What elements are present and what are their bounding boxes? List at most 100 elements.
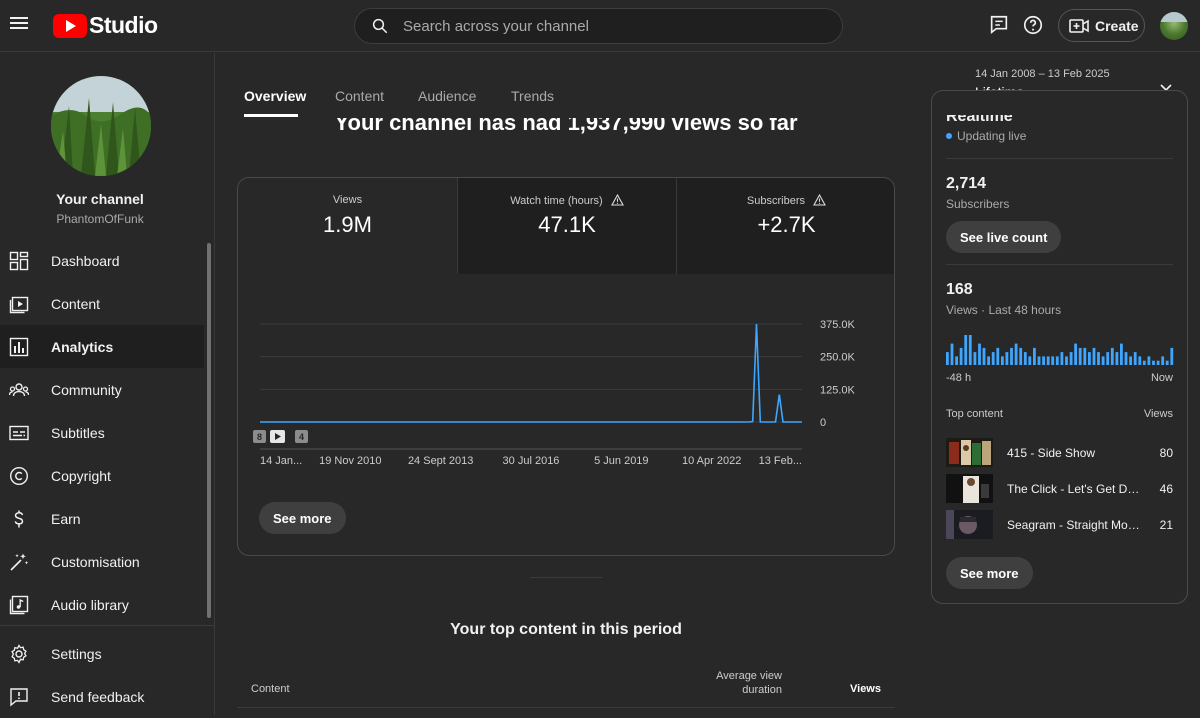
realtime-bar[interactable] <box>1065 356 1068 365</box>
realtime-bar[interactable] <box>1060 352 1064 365</box>
list-item[interactable]: The Click - Let's Get Dru... 46 <box>946 474 1173 504</box>
tab-overview[interactable]: Overview <box>244 88 306 104</box>
video-title[interactable]: 415 - Side Show <box>1007 446 1140 460</box>
realtime-bar[interactable] <box>1069 352 1073 365</box>
realtime-bar[interactable] <box>946 352 949 365</box>
realtime-bar[interactable] <box>1152 360 1155 365</box>
realtime-divider <box>946 264 1173 265</box>
see-more-button[interactable]: See more <box>946 557 1033 589</box>
realtime-bar[interactable] <box>1019 347 1023 365</box>
realtime-bar[interactable] <box>1001 356 1004 365</box>
realtime-bar[interactable] <box>1165 360 1169 365</box>
video-title[interactable]: Seagram - Straight Mob... <box>1007 518 1140 532</box>
realtime-bar[interactable] <box>1097 352 1100 365</box>
feedback-dialog-icon[interactable] <box>988 14 1010 36</box>
realtime-bar[interactable] <box>1088 352 1091 365</box>
sidebar-item-dashboard[interactable]: Dashboard <box>0 239 204 282</box>
list-item[interactable]: 415 - Side Show 80 <box>946 438 1173 468</box>
chart-event-markers[interactable]: 8 4 <box>253 430 308 443</box>
realtime-bar[interactable] <box>1083 347 1087 365</box>
help-icon[interactable] <box>1022 14 1044 36</box>
menu-icon[interactable] <box>10 14 30 34</box>
channel-title[interactable]: Your channel <box>0 191 200 207</box>
realtime-bar[interactable] <box>982 347 986 365</box>
realtime-bar[interactable] <box>973 352 977 365</box>
realtime-bar[interactable] <box>1046 356 1050 365</box>
date-range[interactable]: 14 Jan 2008 – 13 Feb 2025 <box>975 68 1110 80</box>
top-content-views-label: Views <box>1143 408 1173 420</box>
realtime-bar[interactable] <box>1142 360 1146 365</box>
realtime-bar[interactable] <box>1133 352 1137 365</box>
realtime-bar[interactable] <box>987 356 990 365</box>
realtime-bar[interactable] <box>1106 352 1110 365</box>
realtime-bar[interactable] <box>1005 352 1009 365</box>
sidebar-item-earn[interactable]: Earn <box>0 497 204 540</box>
search-input[interactable] <box>403 16 823 36</box>
sidebar-item-settings[interactable]: Settings <box>0 632 204 675</box>
metric-watch-time[interactable]: Watch time (hours) 47.1K <box>457 178 676 274</box>
realtime-bar[interactable] <box>1037 356 1041 365</box>
sidebar-scrollbar[interactable] <box>207 243 211 618</box>
realtime-bar[interactable] <box>1147 356 1151 365</box>
realtime-bar[interactable] <box>1023 352 1027 365</box>
realtime-bar[interactable] <box>1042 356 1045 365</box>
realtime-bar[interactable] <box>1092 347 1096 365</box>
realtime-bar-chart[interactable] <box>946 331 1175 365</box>
tab-audience[interactable]: Audience <box>418 88 476 104</box>
warning-icon[interactable] <box>813 193 826 206</box>
column-header-views[interactable]: Views <box>830 683 881 695</box>
realtime-bar[interactable] <box>1138 356 1142 365</box>
realtime-bar[interactable] <box>964 335 968 365</box>
studio-logo[interactable]: Studio <box>53 12 158 39</box>
realtime-bar[interactable] <box>996 347 1000 365</box>
realtime-bar[interactable] <box>968 335 972 365</box>
see-live-count-button[interactable]: See live count <box>946 221 1062 253</box>
sidebar-item-content[interactable]: Content <box>0 282 204 325</box>
realtime-bar[interactable] <box>1110 347 1114 365</box>
sidebar-item-audio-library[interactable]: Audio library <box>0 583 204 626</box>
realtime-bar[interactable] <box>1120 343 1123 365</box>
realtime-divider <box>946 158 1173 159</box>
realtime-bar[interactable] <box>991 352 995 365</box>
search-box[interactable] <box>354 8 843 44</box>
realtime-bar[interactable] <box>1033 347 1036 365</box>
realtime-bar[interactable] <box>1051 356 1055 365</box>
realtime-bar[interactable] <box>978 343 981 365</box>
see-more-button[interactable]: See more <box>259 502 346 534</box>
realtime-bar[interactable] <box>1055 356 1059 365</box>
warning-icon[interactable] <box>610 193 624 206</box>
views-chart[interactable]: 375.0K 250.0K 125.0K 0 14 Jan... 19 Nov 2010… <box>238 274 895 474</box>
realtime-bar[interactable] <box>950 343 954 365</box>
realtime-bar[interactable] <box>1074 343 1077 365</box>
realtime-bar[interactable] <box>1078 347 1082 365</box>
sidebar-item-community[interactable]: Community <box>0 368 204 411</box>
realtime-bar[interactable] <box>1115 352 1119 365</box>
realtime-bar[interactable] <box>955 356 958 365</box>
metric-views[interactable]: Views 1.9M <box>238 178 457 274</box>
community-icon <box>9 383 29 397</box>
sidebar-item-subtitles[interactable]: Subtitles <box>0 411 204 454</box>
account-avatar[interactable] <box>1160 12 1188 40</box>
channel-avatar[interactable] <box>51 76 151 176</box>
realtime-bar[interactable] <box>1124 352 1128 365</box>
realtime-bar[interactable] <box>1010 347 1013 365</box>
realtime-bar[interactable] <box>959 347 963 365</box>
sidebar-item-send-feedback[interactable]: Send feedback <box>0 675 204 718</box>
create-button[interactable]: Create <box>1058 9 1145 42</box>
metric-subscribers[interactable]: Subscribers +2.7K <box>676 178 894 274</box>
sidebar-item-analytics[interactable]: Analytics <box>0 325 204 368</box>
realtime-bar[interactable] <box>1014 343 1018 365</box>
realtime-bar[interactable] <box>1161 356 1165 365</box>
sidebar-item-customisation[interactable]: Customisation <box>0 540 204 583</box>
video-title[interactable]: The Click - Let's Get Dru... <box>1007 482 1140 496</box>
sidebar-item-copyright[interactable]: Copyright <box>0 454 204 497</box>
realtime-bar[interactable] <box>1156 360 1160 365</box>
list-item[interactable]: Seagram - Straight Mob... 21 <box>946 510 1173 540</box>
tab-content[interactable]: Content <box>335 88 384 104</box>
realtime-bar[interactable] <box>1101 356 1105 365</box>
realtime-bar[interactable] <box>1129 356 1132 365</box>
tab-trends[interactable]: Trends <box>511 88 554 104</box>
realtime-bar[interactable] <box>1028 356 1032 365</box>
column-header-avg-duration[interactable]: Average view duration <box>690 669 782 697</box>
realtime-bar[interactable] <box>1170 347 1174 365</box>
